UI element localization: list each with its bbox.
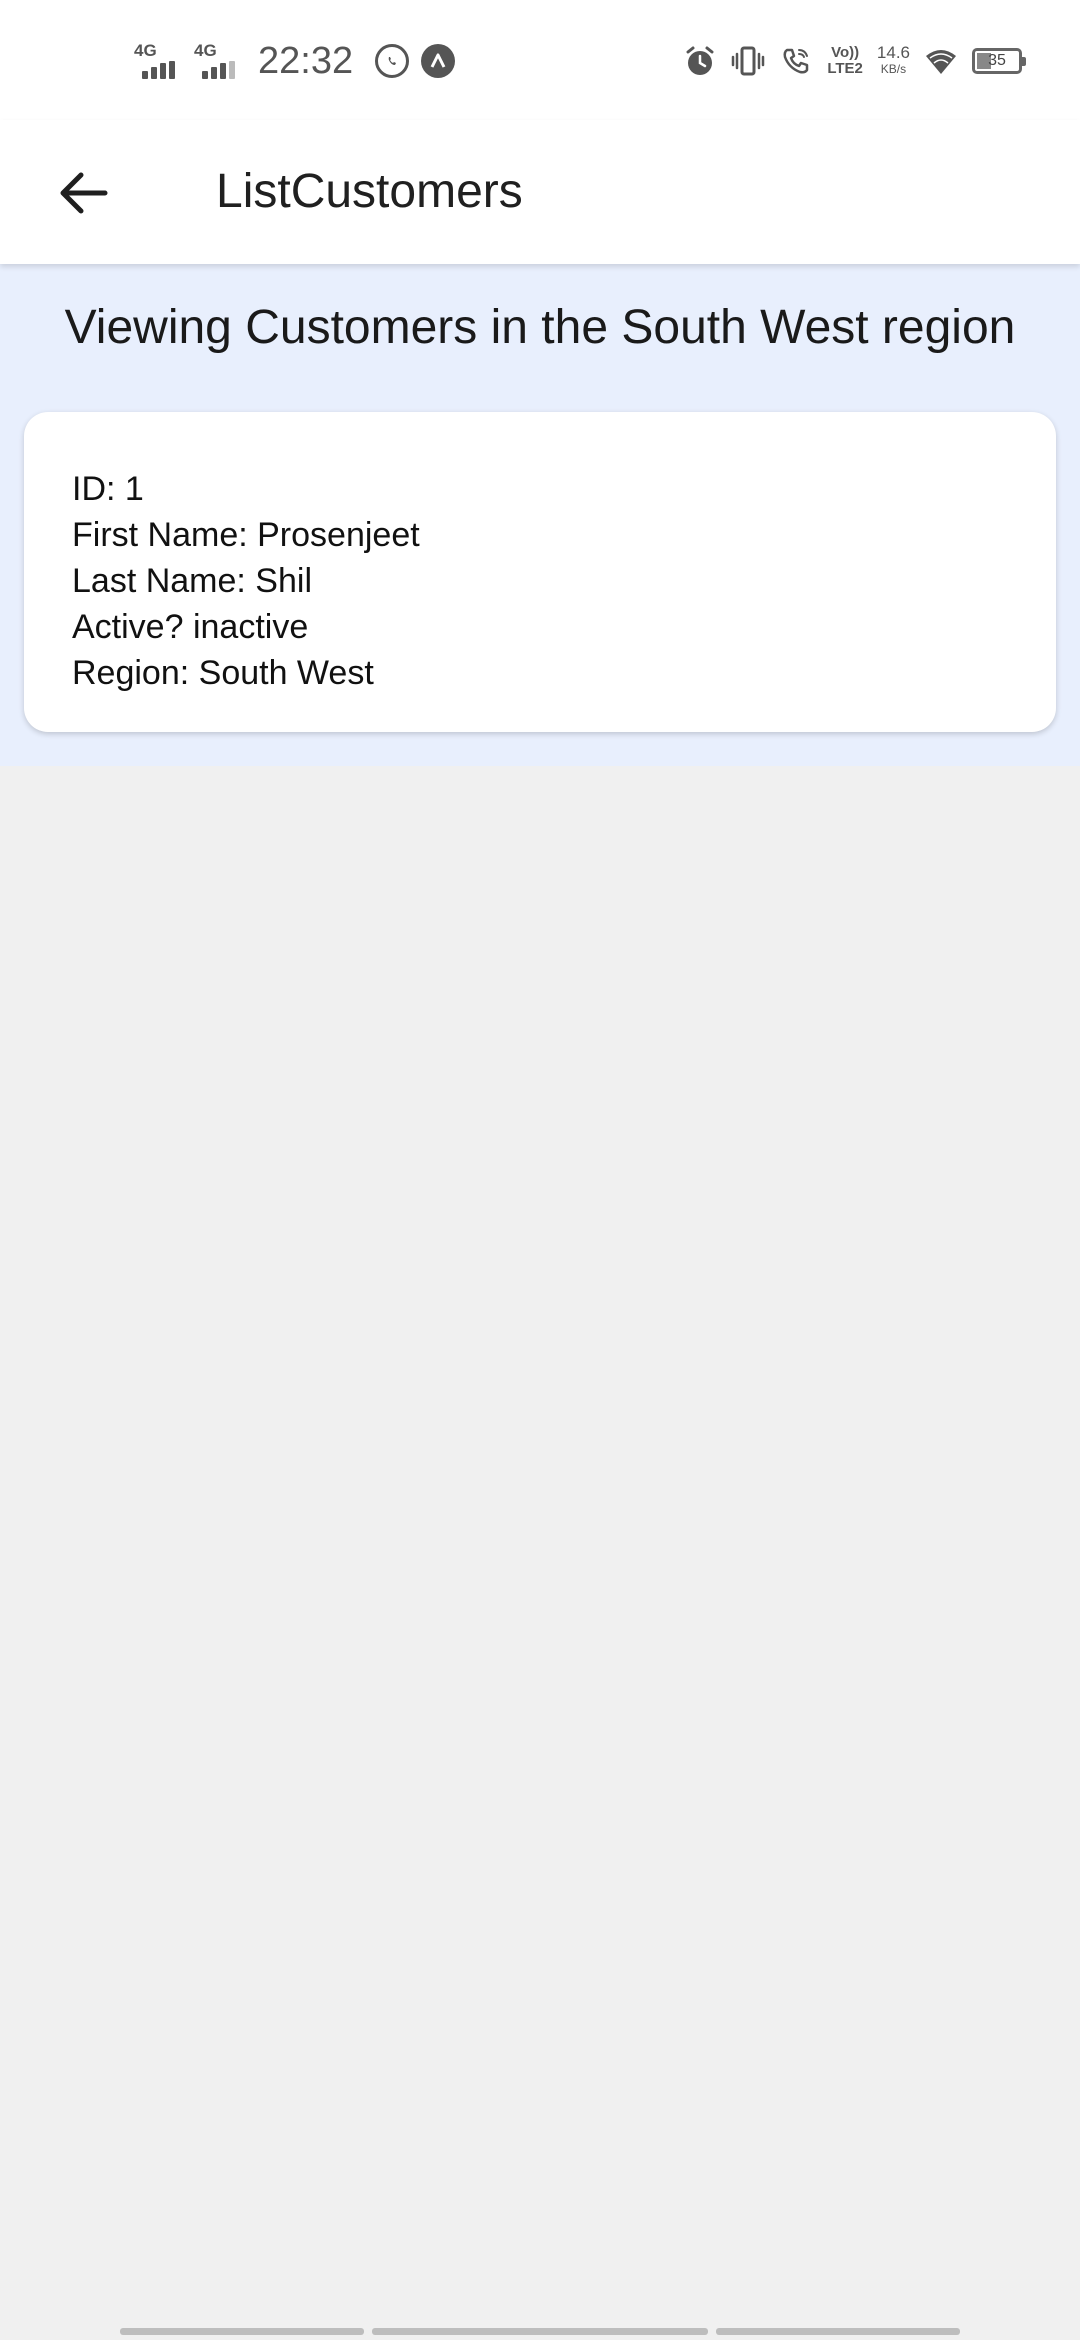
region-heading: Viewing Customers in the South West regi…: [64, 301, 1016, 354]
volte-line-1: Vo)): [831, 44, 860, 61]
customer-first-name: First Name: Prosenjeet: [72, 516, 420, 554]
status-time: 22:32: [258, 39, 354, 82]
nav-segment-center: [372, 2328, 708, 2335]
status-bar-left: 4G 4G 22:32: [134, 36, 467, 86]
volte-line-2: LTE2: [827, 60, 863, 77]
app-bar: ListCustomers: [0, 120, 1080, 264]
volte-indicator: Vo)) LTE2: [827, 45, 863, 77]
network-speed-value: 14.6: [876, 43, 910, 62]
customer-card[interactable]: ID: 1 First Name: Prosenjeet Last Name: …: [24, 412, 1056, 732]
battery-icon: 35: [972, 48, 1026, 74]
signal-1-bars-icon: [142, 61, 178, 79]
app-title: ListCustomers: [216, 165, 523, 218]
status-bar: 4G 4G 22:32 Vo)) LTE2 14.6 KB/s 35: [0, 0, 1080, 120]
vibrate-icon: [732, 46, 765, 76]
customer-region: Region: South West: [72, 654, 374, 692]
signal-2-bars-icon: [202, 61, 238, 79]
wifi-call-icon: [783, 48, 809, 74]
signal-1-label: 4G: [134, 41, 157, 60]
customer-id: ID: 1: [72, 470, 144, 508]
whatsapp-icon: [375, 44, 410, 78]
network-speed-unit: KB/s: [880, 62, 907, 76]
signal-2-label: 4G: [194, 41, 217, 60]
back-button[interactable]: [40, 150, 126, 236]
arrow-left-icon: [60, 172, 108, 214]
signal-1-indicator: 4G: [134, 39, 188, 83]
customer-list-panel: Viewing Customers in the South West regi…: [0, 264, 1080, 766]
signal-2-indicator: 4G: [194, 39, 248, 83]
status-bar-right: Vo)) LTE2 14.6 KB/s 35: [669, 36, 1026, 86]
network-speed: 14.6 KB/s: [876, 43, 910, 77]
nav-segment-left: [120, 2328, 364, 2335]
alarm-icon: [686, 46, 714, 75]
customer-last-name: Last Name: Shil: [72, 562, 312, 600]
battery-level-text: 35: [988, 52, 1006, 69]
nav-segment-right: [716, 2328, 960, 2335]
gesture-nav-bar: [0, 2328, 1080, 2336]
wifi-icon: [926, 50, 956, 74]
app-a-icon: [421, 44, 456, 78]
customer-active-status: Active? inactive: [72, 608, 309, 646]
